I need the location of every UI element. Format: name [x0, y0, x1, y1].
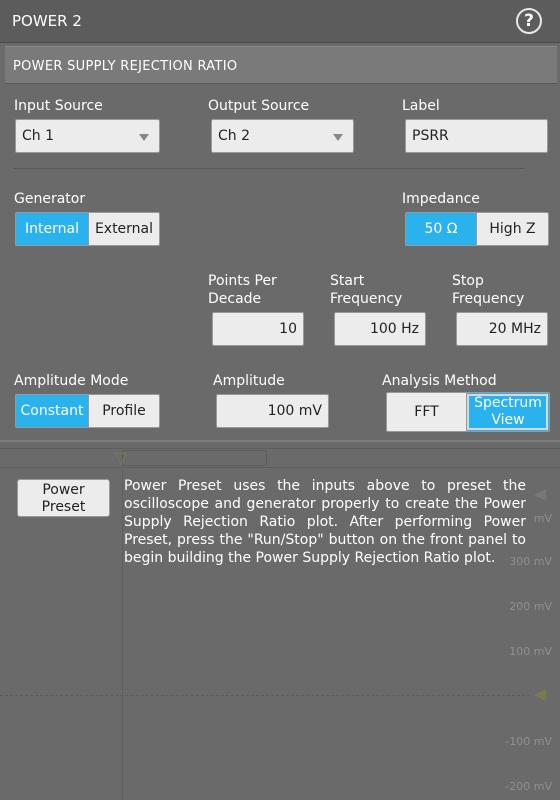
stop-frequency-label: Stop Frequency	[452, 272, 524, 308]
amplitude-value: 100 mV	[267, 403, 322, 419]
graticule-line	[0, 467, 560, 468]
impedance-label: Impedance	[402, 191, 480, 207]
start-frequency-value: 100 Hz	[369, 321, 419, 337]
amplitude-input[interactable]: 100 mV	[216, 394, 329, 428]
analysis-method-spectrum-view-option[interactable]: Spectrum View	[466, 393, 549, 431]
impedance-50-ohm-option[interactable]: 50 Ω	[406, 213, 476, 245]
analysis-method-toggle: FFT Spectrum View	[386, 392, 550, 432]
output-source-dropdown[interactable]: Ch 2	[211, 119, 354, 153]
scale-label: mV	[533, 512, 552, 525]
level-marker-icon: ◀	[534, 484, 547, 503]
section-header: POWER SUPPLY REJECTION RATIO	[5, 46, 557, 84]
scale-label: -200 mV	[505, 780, 552, 793]
points-per-decade-label-line2: Decade	[208, 291, 262, 307]
scale-label: 200 mV	[509, 600, 552, 613]
graticule-vertical-line	[122, 470, 123, 800]
separator-line	[0, 440, 560, 442]
analysis-method-label: Analysis Method	[382, 373, 497, 389]
input-source-value: Ch 1	[22, 128, 55, 144]
analysis-method-fft-option[interactable]: FFT	[387, 393, 467, 431]
stop-frequency-label-line1: Stop	[452, 273, 484, 289]
generator-external-option[interactable]: External	[87, 213, 159, 245]
label-input-value: PSRR	[412, 128, 449, 144]
amplitude-mode-label: Amplitude Mode	[14, 373, 129, 389]
chevron-down-icon	[139, 134, 149, 141]
section-title: POWER SUPPLY REJECTION RATIO	[13, 59, 238, 74]
power-preset-description: Power Preset uses the inputs above to pr…	[124, 478, 526, 566]
spectrum-view-line1: Spectrum	[474, 395, 542, 411]
label-input[interactable]: PSRR	[405, 119, 548, 153]
points-per-decade-value: 10	[279, 321, 297, 337]
stop-frequency-value: 20 MHz	[488, 321, 541, 337]
help-icon[interactable]: ?	[516, 8, 542, 34]
points-per-decade-input[interactable]: 10	[212, 312, 304, 346]
start-frequency-input[interactable]: 100 Hz	[334, 312, 426, 346]
scale-label: 100 mV	[509, 645, 552, 658]
points-per-decade-label-line1: Points Per	[208, 273, 277, 289]
amplitude-mode-toggle: Constant Profile	[15, 394, 160, 428]
stop-frequency-input[interactable]: 20 MHz	[456, 312, 548, 346]
graticule-box	[122, 450, 267, 466]
chevron-down-icon	[333, 134, 343, 141]
points-per-decade-label: Points Per Decade	[208, 272, 277, 308]
start-frequency-label-line2: Frequency	[330, 291, 403, 307]
power-preset-label-line2: Preset	[41, 499, 86, 515]
spectrum-view-line2: View	[491, 412, 525, 428]
generator-toggle: Internal External	[15, 212, 160, 246]
generator-internal-option[interactable]: Internal	[16, 213, 88, 245]
trigger-marker-icon: ▽	[115, 448, 128, 467]
scale-label: -100 mV	[505, 735, 552, 748]
label-field-label: Label	[402, 98, 440, 114]
divider	[14, 168, 524, 169]
amplitude-mode-profile-option[interactable]: Profile	[87, 395, 159, 427]
level-marker-icon: ◀	[534, 684, 547, 703]
output-source-label: Output Source	[208, 98, 310, 114]
window-title: POWER 2	[12, 12, 82, 30]
power-preset-label-line1: Power	[42, 482, 85, 498]
title-bar: POWER 2 ?	[0, 0, 560, 43]
graticule-line	[0, 448, 560, 449]
power-preset-button[interactable]: Power Preset	[17, 479, 110, 517]
start-frequency-label-line1: Start	[330, 273, 365, 289]
amplitude-label: Amplitude	[213, 373, 285, 389]
stop-frequency-label-line2: Frequency	[452, 291, 525, 307]
generator-label: Generator	[14, 191, 86, 207]
impedance-toggle: 50 Ω High Z	[405, 212, 549, 246]
input-source-label: Input Source	[14, 98, 103, 114]
start-frequency-label: Start Frequency	[330, 272, 402, 308]
impedance-high-z-option[interactable]: High Z	[476, 213, 548, 245]
amplitude-mode-constant-option[interactable]: Constant	[16, 395, 88, 427]
graticule-dashed-line	[0, 695, 530, 696]
input-source-dropdown[interactable]: Ch 1	[15, 119, 160, 153]
output-source-value: Ch 2	[218, 128, 251, 144]
